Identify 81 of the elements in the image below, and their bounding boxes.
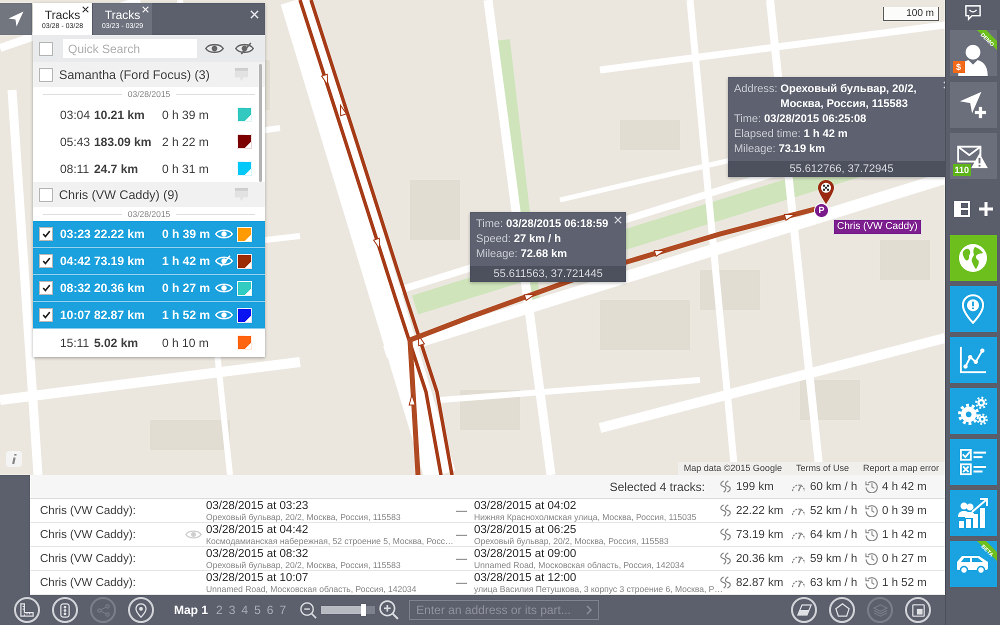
track-duration: 0 h 27 m <box>162 281 212 295</box>
track-duration: 1 h 52 m <box>162 308 212 322</box>
track-time: 05:43 <box>60 134 92 148</box>
group-name: Samantha (Ford Focus) (3) <box>59 68 210 82</box>
end-time: 03/28/2015 at 06:25 <box>474 524 576 536</box>
total-distance: 199 km <box>736 480 774 492</box>
track-distance: 22.22 km <box>94 227 146 241</box>
track-time: 10:07 <box>60 308 92 322</box>
track-duration: 1 h 42 m <box>162 254 212 268</box>
duration-value: 0 h 39 m <box>882 504 927 516</box>
balance-badge: $ <box>952 61 964 73</box>
start-time: 03/28/2015 at 08:32 <box>206 548 308 560</box>
track-time: 08:11 <box>60 162 90 176</box>
distance-value: 73.19 km <box>736 528 784 540</box>
track-duration: 0 h 39 m <box>162 227 212 241</box>
track-duration: 0 h 10 m <box>162 336 210 350</box>
speed-value: 59 km / h <box>810 552 858 564</box>
range-dash: — <box>456 504 468 516</box>
track-duration: 2 h 22 m <box>162 134 210 148</box>
speed-value: 63 km / h <box>810 576 858 588</box>
duration-value: 1 h 42 m <box>882 528 927 540</box>
track-distance: 24.7 km <box>94 162 140 176</box>
total-duration: 4 h 42 m <box>882 480 927 492</box>
duration-value: 1 h 52 m <box>882 576 927 588</box>
end-address: улица Василия Петушкова, 3 корпус 3 строение 6, Москва, Р… <box>474 584 723 594</box>
distance-value: 82.87 km <box>736 576 784 588</box>
end-address: Нижняя Краснохолмская улица, Москва, Россия, 115035 <box>474 512 696 522</box>
info-line: Time: 03/28/2015 06:25:08 <box>734 112 868 127</box>
end-time: 03/28/2015 at 04:02 <box>474 500 576 512</box>
vehicle-name: Chris (VW Caddy): <box>40 576 137 588</box>
date-label: 03/28/2015 <box>128 89 170 99</box>
count-badge: 110 <box>952 164 972 176</box>
info-line: Mileage: 73.19 km <box>734 142 826 157</box>
start-time: 03/28/2015 at 04:42 <box>206 524 308 536</box>
group-name: Chris (VW Caddy) (9) <box>59 188 178 202</box>
track-distance: 10.21 km <box>94 108 146 122</box>
track-time: 03:23 <box>60 227 92 241</box>
duration-value: 0 h 27 m <box>882 552 927 564</box>
coordinates-text: 55.612766, 37.72945 <box>728 161 945 177</box>
start-address: Ореховый бульвар, 20/2, Москва, Россия, 115583 <box>206 512 401 522</box>
vehicle-name: Chris (VW Caddy): <box>40 504 137 516</box>
track-time: 08:32 <box>60 281 92 295</box>
scale-bar: 100 m <box>883 7 939 21</box>
map-data-credit: Map data ©2015 Google <box>684 463 782 474</box>
end-time: 03/28/2015 at 12:00 <box>474 572 576 584</box>
info-line: Speed: 27 km / h <box>476 232 562 247</box>
start-time: 03/28/2015 at 10:07 <box>206 572 308 584</box>
total-speed: 60 km / h <box>810 480 858 492</box>
end-address: Ореховый бульвар, 20/2, Москва, Россия, 115583 <box>474 536 669 546</box>
range-dash: — <box>456 552 468 564</box>
end-time: 03/28/2015 at 09:00 <box>474 548 576 560</box>
start-time: 03/28/2015 at 03:23 <box>206 500 308 512</box>
start-address: Unnamed Road, Московская область, Россия, 142034 <box>206 584 416 594</box>
selection-summary: Selected 4 tracks: <box>610 480 705 494</box>
start-address: Космодамианская набережная, 52 строение 5, Москва, Росс… <box>206 536 454 546</box>
track-time: 04:42 <box>60 254 92 268</box>
speed-value: 64 km / h <box>810 528 858 540</box>
track-duration: 0 h 31 m <box>162 162 210 176</box>
distance-value: 20.36 km <box>736 552 784 564</box>
range-dash: — <box>456 576 468 588</box>
track-distance: 73.19 km <box>94 254 146 268</box>
distance-value: 22.22 km <box>736 504 784 516</box>
date-label: 03/28/2015 <box>128 209 170 219</box>
track-distance: 82.87 km <box>94 308 146 322</box>
track-time: 15:11 <box>60 336 90 350</box>
info-line: Mileage: 72.68 km <box>476 247 568 262</box>
speed-value: 52 km / h <box>810 504 858 516</box>
track-duration: 0 h 39 m <box>162 108 210 122</box>
track-time: 03:04 <box>60 108 92 122</box>
vehicle-name: Chris (VW Caddy): <box>40 552 137 564</box>
end-address: Unnamed Road, Московская область, Россия, 142034 <box>474 560 684 570</box>
track-distance: 5.02 km <box>94 336 140 350</box>
vehicle-name: Chris (VW Caddy): <box>40 528 137 540</box>
range-dash: — <box>456 528 468 540</box>
info-line: Address: Ореховый бульвар, 20/2, Москва, Россия, 115583 <box>734 82 918 112</box>
info-line: Elapsed time: 1 h 42 m <box>734 127 849 142</box>
start-address: Ореховый бульвар, 20/2, Москва, Россия, 115583 <box>206 560 401 570</box>
info-line: Time: 03/28/2015 06:18:59 <box>476 217 608 232</box>
track-distance: 183.09 km <box>94 134 152 148</box>
track-distance: 20.36 km <box>94 281 146 295</box>
coordinates-text: 55.611563, 37.721445 <box>470 266 626 282</box>
